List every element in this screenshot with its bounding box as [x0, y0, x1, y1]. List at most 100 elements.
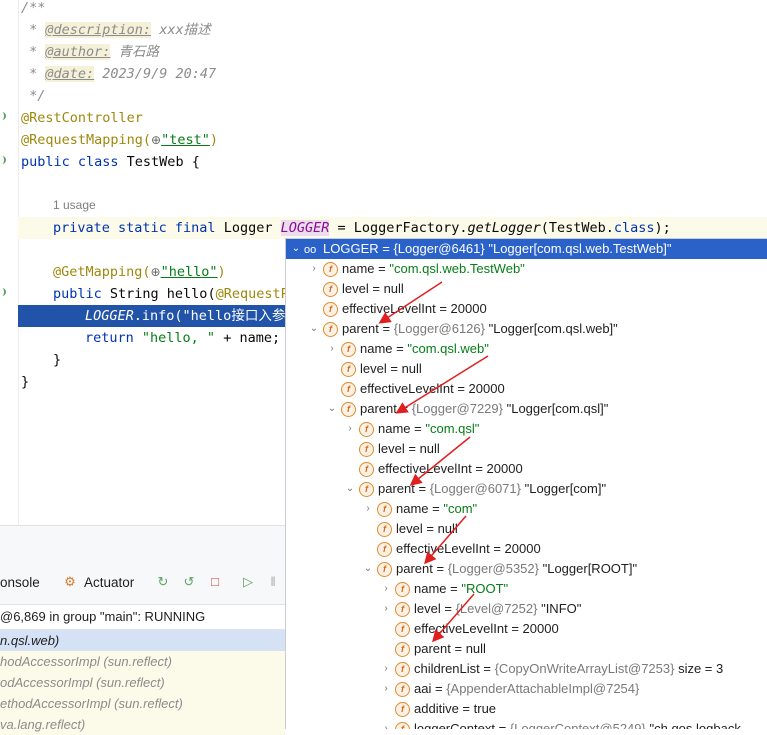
variable-node[interactable]: ⌄ f parent = {Logger@5352} "Logger[ROOT]" [362, 559, 637, 579]
field-icon: f [395, 662, 410, 678]
variable-value: "Logger[com]" [520, 481, 607, 496]
variable-node[interactable]: › f name = "com.qsl.web" [326, 339, 489, 359]
stack-frame[interactable]: va.lang.reflect) [0, 714, 285, 735]
variable-value: true [473, 701, 497, 716]
resume-icon[interactable]: ▷ [240, 574, 256, 590]
field-icon: f [341, 402, 356, 418]
variable-value: 20000 [522, 621, 559, 636]
field-type: Logger [223, 220, 281, 236]
bean-gutter-icon[interactable] [0, 156, 6, 166]
equals-sign: = [428, 501, 444, 516]
collapse-arrow-icon[interactable]: ⌄ [326, 399, 338, 419]
variable-name: parent [378, 481, 415, 496]
variable-node[interactable]: ⌄ f parent = {Logger@6071} "Logger[com]" [344, 479, 606, 499]
variable-name: level [414, 601, 441, 616]
equals-sign: = [435, 301, 451, 316]
field-icon: f [341, 342, 356, 358]
variable-value: null [401, 361, 422, 376]
variable-name: name [360, 341, 393, 356]
expand-arrow-icon[interactable]: › [380, 599, 392, 619]
variable-node[interactable]: › f childrenList = {CopyOnWriteArrayList@7… [380, 659, 723, 679]
get-logger-method: getLogger [467, 220, 541, 236]
return-string: "hello, " [141, 330, 216, 346]
field-end: ); [654, 220, 671, 236]
variable-node[interactable]: › f level = {Level@7252} "INFO" [380, 599, 581, 619]
collapse-arrow-icon[interactable]: ⌄ [290, 239, 302, 259]
execution-point-line[interactable]: LOGGER.info("hello接口入参 [18, 305, 285, 327]
variable-value: 20000 [486, 461, 523, 476]
variable-node[interactable]: › f aai = {AppenderAttachableImpl@7254} [380, 679, 639, 699]
field-icon: f [341, 362, 356, 378]
exec-logger: LOGGER [85, 308, 134, 324]
variable-node[interactable]: f additive = true [380, 699, 496, 719]
equals-sign: = [453, 381, 469, 396]
expand-arrow-icon[interactable]: › [380, 679, 392, 699]
variable-node[interactable]: f effectiveLevelInt = 20000 [308, 299, 487, 319]
globe-icon[interactable]: ⊕ [151, 265, 161, 279]
field-icon: f [323, 322, 338, 338]
variable-node[interactable]: f effectiveLevelInt = 20000 [326, 379, 505, 399]
variable-node[interactable]: › f name = "com.qsl.web.TestWeb" [308, 259, 525, 279]
code-line: private static final Logger LOGGER = Log… [53, 217, 671, 239]
collapse-arrow-icon[interactable]: ⌄ [362, 559, 374, 579]
bean-gutter-icon[interactable] [0, 112, 6, 122]
equals-sign: = [404, 441, 420, 456]
variable-node[interactable]: f level = null [308, 279, 404, 299]
variable-name: name [396, 501, 429, 516]
variable-node[interactable]: ⌄ f parent = {Logger@6126} "Logger[com.qsl… [308, 319, 618, 339]
expand-arrow-icon[interactable]: › [326, 339, 338, 359]
usage-hint[interactable]: 1 usage [53, 198, 96, 212]
field-icon: f [377, 542, 392, 558]
rerun-failed-icon[interactable]: ↺ [181, 574, 197, 590]
request-mapping-value[interactable]: "test" [161, 132, 210, 148]
variable-name: childrenList [414, 661, 480, 676]
collapse-arrow-icon[interactable]: ⌄ [344, 479, 356, 499]
field-icon: f [377, 562, 392, 578]
thread-selector[interactable]: @6,869 in group "main": RUNNING [0, 604, 285, 630]
variable-node[interactable]: f effectiveLevelInt = 20000 [362, 539, 541, 559]
variable-value: "Logger[com.qsl.web.TestWeb]" [484, 241, 672, 256]
variable-node[interactable]: f parent = null [380, 639, 486, 659]
collapse-arrow-icon[interactable]: ⌄ [308, 319, 320, 339]
variable-node[interactable]: › f name = "com" [362, 499, 477, 519]
rest-controller-annotation: @RestController [21, 110, 143, 126]
variable-node[interactable]: f level = null [362, 519, 458, 539]
expand-arrow-icon[interactable]: › [308, 259, 320, 279]
variable-node[interactable]: f effectiveLevelInt = 20000 [344, 459, 523, 479]
stack-frame[interactable]: odAccessorImpl (sun.reflect) [0, 672, 285, 693]
code-line: } [53, 349, 61, 371]
variable-name: level [396, 521, 423, 536]
expand-arrow-icon[interactable]: › [362, 499, 374, 519]
variable-node[interactable]: › f name = "com.qsl" [344, 419, 479, 439]
expand-arrow-icon[interactable]: › [380, 659, 392, 679]
stack-frame[interactable]: hodAccessorImpl (sun.reflect) [0, 651, 285, 672]
debug-tabbar: onsole ⚙ Actuator ↻ ↺ □ ▷ ‖ [0, 526, 285, 590]
variable-node[interactable]: f level = null [326, 359, 422, 379]
variable-node[interactable]: f level = null [344, 439, 440, 459]
endpoint-gutter-icon[interactable] [0, 288, 6, 298]
stack-frame[interactable]: ethodAccessorImpl (sun.reflect) [0, 693, 285, 714]
variable-node[interactable]: › f name = "ROOT" [380, 579, 508, 599]
tab-console[interactable]: onsole [0, 575, 40, 590]
actuator-icon: ⚙ [64, 574, 76, 589]
globe-icon[interactable]: ⊕ [151, 133, 161, 147]
tab-actuator[interactable]: Actuator [84, 575, 134, 590]
method-modifier: public [53, 286, 110, 302]
code-line: */ [21, 85, 45, 107]
code-line: LOGGER.info("hello接口入参 [85, 305, 285, 327]
paren: ) [217, 264, 226, 280]
expand-arrow-icon[interactable]: › [380, 579, 392, 599]
string-value: "com.qsl.web.TestWeb" [389, 261, 525, 276]
debug-variable-popup[interactable]: ⌄ oo LOGGER = {Logger@6461} "Logger[com.qs… [285, 238, 767, 729]
rerun-icon[interactable]: ↻ [155, 574, 171, 590]
stack-frame[interactable]: n.qsl.web) [0, 630, 285, 651]
variable-node[interactable]: ⌄ oo LOGGER = {Logger@6461} "Logger[com.qs… [286, 239, 767, 259]
expand-arrow-icon[interactable]: › [344, 419, 356, 439]
variable-node[interactable]: f effectiveLevelInt = 20000 [380, 619, 559, 639]
equals-sign: = [446, 581, 462, 596]
pause-icon[interactable]: ‖ [265, 574, 281, 590]
variable-node[interactable]: ⌄ f parent = {Logger@7229} "Logger[com.qsl… [326, 399, 608, 419]
stop-icon[interactable]: □ [207, 574, 223, 590]
get-mapping-value[interactable]: "hello" [161, 264, 218, 280]
logger-field-name[interactable]: LOGGER [280, 220, 330, 236]
